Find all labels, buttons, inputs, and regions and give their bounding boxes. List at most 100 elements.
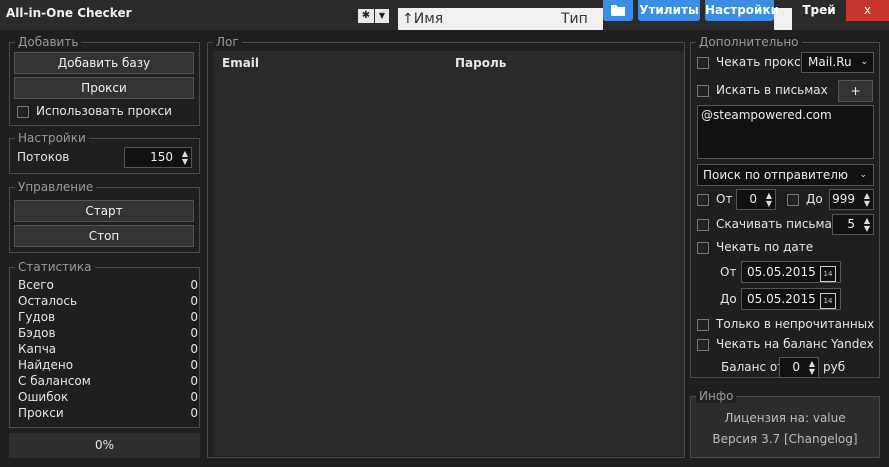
stat-label: С балансом xyxy=(18,374,91,388)
search-letters-label: Искать в письмах xyxy=(716,83,828,97)
stat-label: Капча xyxy=(18,342,57,356)
background-column-header: ↑Имя xyxy=(398,8,558,30)
download-stepper[interactable]: 5 ▲ ▼ xyxy=(832,214,874,235)
stat-row: Найдено 0 xyxy=(18,358,198,374)
yandex-balance-checkbox[interactable] xyxy=(697,339,709,351)
check-proxy-checkbox[interactable] xyxy=(697,57,709,69)
calendar-icon[interactable]: 14 xyxy=(820,293,836,309)
stat-row: Осталось 0 xyxy=(18,294,198,310)
date-from-picker[interactable]: 05.05.2015 14 xyxy=(741,261,841,283)
stat-value: 0 xyxy=(190,406,198,420)
stat-value: 0 xyxy=(190,278,198,292)
stat-row: Бэдов 0 xyxy=(18,326,198,342)
use-proxy-checkbox[interactable] xyxy=(17,106,29,118)
stat-row: Ошибок 0 xyxy=(18,390,198,406)
spin-arrows-icon[interactable]: ▲ ▼ xyxy=(766,192,772,208)
spin-arrows-icon[interactable]: ▲ ▼ xyxy=(809,360,815,376)
license-text: Лицензия на: value xyxy=(724,411,846,425)
start-button[interactable]: Старт xyxy=(14,200,194,222)
tray-button[interactable]: Трей xyxy=(792,0,846,21)
check-by-date-checkbox[interactable] xyxy=(697,242,709,254)
stat-label: Прокси xyxy=(18,406,64,420)
settings-button[interactable]: Настройки xyxy=(705,0,779,21)
stat-row: Всего 0 xyxy=(18,278,198,294)
stat-label: Бэдов xyxy=(18,326,56,340)
progress-label: 0% xyxy=(94,438,115,452)
log-legend: Лог xyxy=(213,35,242,49)
stop-button[interactable]: Стоп xyxy=(14,225,194,247)
threads-stepper[interactable]: 150 ▲ ▼ xyxy=(124,147,192,168)
spin-arrows-icon[interactable]: ▲ ▼ xyxy=(182,150,188,166)
date-from-label: От xyxy=(720,265,737,279)
email-column-header[interactable]: Email xyxy=(222,56,259,70)
add-search-button[interactable]: + xyxy=(838,80,873,102)
extra-legend: Дополнительно xyxy=(696,35,802,49)
stat-row: Капча 0 xyxy=(18,342,198,358)
open-folder-button[interactable] xyxy=(603,0,633,21)
stat-row: С балансом 0 xyxy=(18,374,198,390)
stat-value: 0 xyxy=(190,342,198,356)
search-mode-select[interactable]: Поиск по отправителю ⌄ xyxy=(697,164,874,186)
threads-label: Потоков xyxy=(17,150,70,164)
spin-arrows-icon[interactable]: ▲ ▼ xyxy=(864,217,870,233)
stats-list: Всего 0 Осталось 0 Гудов 0 Бэдов 0 Капча 0 Найдено… xyxy=(18,278,198,428)
to-label: До xyxy=(806,192,823,206)
version-link[interactable]: Версия 3.7 [Changelog] xyxy=(690,432,880,446)
from-checkbox[interactable] xyxy=(697,194,709,206)
info-legend: Инфо xyxy=(696,389,737,403)
chevron-down-icon: ⌄ xyxy=(859,170,867,180)
from-stepper[interactable]: 0 ▲ ▼ xyxy=(736,189,776,210)
folder-icon xyxy=(611,5,625,16)
stat-value: 0 xyxy=(190,310,198,324)
close-button[interactable]: x xyxy=(846,0,889,21)
stat-value: 0 xyxy=(190,294,198,308)
to-stepper[interactable]: 999 ▲ ▼ xyxy=(829,189,874,210)
check-proxy-label: Чекать прокси xyxy=(716,55,809,69)
stat-value: 0 xyxy=(190,358,198,372)
stat-value: 0 xyxy=(190,390,198,404)
yandex-balance-label: Чекать на баланс Yandex xyxy=(716,337,874,351)
dropdown-icon[interactable]: ▼ xyxy=(375,9,389,23)
calendar-icon[interactable]: 14 xyxy=(820,266,836,282)
stat-value: 0 xyxy=(190,374,198,388)
search-letters-checkbox[interactable] xyxy=(697,85,709,97)
download-letters-label: Скачивать письма xyxy=(716,217,832,231)
use-proxy-label: Использовать прокси xyxy=(36,104,172,118)
proxy-service-select[interactable]: Mail.Ru ⌄ xyxy=(801,52,874,73)
date-to-picker[interactable]: 05.05.2015 14 xyxy=(741,288,841,310)
date-to-label: До xyxy=(720,292,737,306)
add-base-button[interactable]: Добавить базу xyxy=(14,52,194,74)
background-type-header: Тип xyxy=(558,8,603,30)
control-legend: Управление xyxy=(15,180,97,194)
to-checkbox[interactable] xyxy=(787,194,799,206)
proxy-button[interactable]: Прокси xyxy=(14,77,194,99)
stats-legend: Статистика xyxy=(15,260,95,274)
stat-row: Прокси 0 xyxy=(18,406,198,422)
chevron-down-icon: ⌄ xyxy=(860,57,868,67)
password-column-header[interactable]: Пароль xyxy=(455,56,506,70)
only-unread-checkbox[interactable] xyxy=(697,319,709,331)
balance-stepper[interactable]: 0 ▲ ▼ xyxy=(779,357,819,378)
progress-bar: 0% xyxy=(9,433,200,458)
log-table[interactable] xyxy=(213,51,684,456)
stat-label: Найдено xyxy=(18,358,74,372)
balance-unit: руб xyxy=(823,360,846,374)
app-title: All-in-One Checker xyxy=(6,6,132,20)
sort-up-icon: ↑ xyxy=(402,11,414,27)
download-letters-checkbox[interactable] xyxy=(697,219,709,231)
stat-value: 0 xyxy=(190,326,198,340)
stat-label: Осталось xyxy=(18,294,78,308)
search-text-field[interactable]: @steampowered.com xyxy=(697,105,874,159)
spin-arrows-icon[interactable]: ▲ ▼ xyxy=(864,192,870,208)
utilities-button[interactable]: Утилиты xyxy=(638,0,700,21)
check-by-date-label: Чекать по дате xyxy=(716,240,814,254)
settings-legend: Настройки xyxy=(15,131,89,145)
balance-from-label: Баланс от xyxy=(721,360,785,374)
add-legend: Добавить xyxy=(15,35,82,49)
only-unread-label: Только в непрочитанных xyxy=(716,317,875,331)
stat-label: Гудов xyxy=(18,310,56,324)
pin-icon[interactable]: ✱ xyxy=(358,9,374,23)
stat-row: Гудов 0 xyxy=(18,310,198,326)
stat-label: Ошибок xyxy=(18,390,69,404)
from-label: От xyxy=(716,192,733,206)
